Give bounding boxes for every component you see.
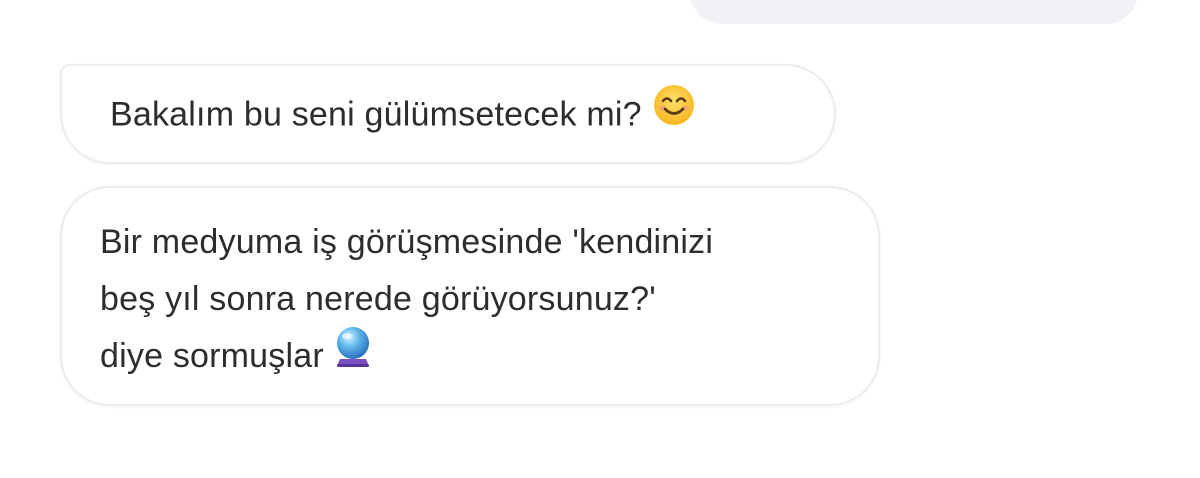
message-text-line-last: diye sormuşlar <box>100 326 878 385</box>
smiling-face-icon <box>652 83 696 144</box>
message-text-line: beş yıl sonra nerede görüyorsunuz?' <box>100 280 656 318</box>
message-text: Bakalım bu seni gülümsetecek mi? <box>110 95 642 134</box>
message-text-line: Bir medyuma iş görüşmesinde 'kendinizi <box>100 223 714 261</box>
incoming-message-bubble[interactable]: Bakalım bu seni gülümsetecek mi? <box>60 64 836 164</box>
outgoing-message-bubble[interactable] <box>690 0 1138 24</box>
crystal-ball-icon <box>334 326 372 385</box>
incoming-message-bubble[interactable]: Bir medyuma iş görüşmesinde 'kendinizi b… <box>60 186 880 406</box>
chat-conversation: Bakalım bu seni gülümsetecek mi? Bir med… <box>0 0 1200 478</box>
message-text: diye sormuşlar <box>100 337 324 375</box>
